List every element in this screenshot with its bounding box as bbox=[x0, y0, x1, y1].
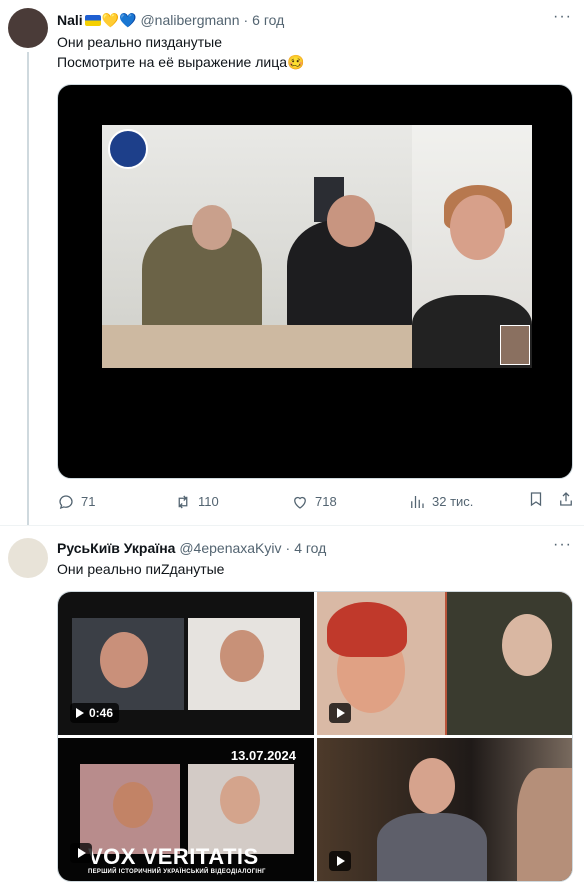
video-thumbnail-3[interactable]: 13.07.2024 VOX VERITATIS ПЕРШИЙ ІСТОРИЧН… bbox=[58, 738, 314, 881]
tweet-header: Nali 💛💙 @nalibergmann · 6 год bbox=[57, 11, 284, 29]
video-duration: 0:46 bbox=[89, 706, 114, 720]
separator: · bbox=[243, 12, 249, 28]
play-icon bbox=[329, 851, 351, 871]
timestamp[interactable]: 4 год bbox=[294, 539, 326, 557]
tweet-text-line: Они реально пизданутые bbox=[57, 34, 223, 50]
video-duration-badge: 0:46 bbox=[70, 703, 120, 723]
share-button[interactable] bbox=[557, 490, 575, 508]
tweet-actions: 71 110 718 32 тис. bbox=[57, 490, 573, 514]
like-count: 718 bbox=[315, 494, 337, 509]
play-icon bbox=[329, 703, 351, 723]
like-button[interactable]: 718 bbox=[291, 490, 337, 514]
author-handle[interactable]: @nalibergmann bbox=[140, 11, 239, 29]
tweet-text: Они реально пиZданутые bbox=[57, 559, 224, 579]
tweet-text: Они реально пизданутые Посмотрите на её … bbox=[57, 32, 304, 72]
video-thumbnail-2[interactable] bbox=[317, 592, 572, 735]
play-icon bbox=[76, 708, 84, 718]
avatar[interactable] bbox=[8, 538, 48, 578]
avatar[interactable] bbox=[8, 8, 48, 48]
views-button[interactable]: 32 тис. bbox=[408, 490, 473, 514]
bookmark-icon bbox=[530, 492, 542, 507]
play-icon bbox=[70, 843, 92, 863]
video-subtitle: ПЕРШИЙ ІСТОРИЧНИЙ УКРАЇНСЬКИЙ ВІДЕОДІАЛО… bbox=[88, 869, 266, 875]
author-name[interactable]: Nali bbox=[57, 11, 83, 29]
thread-line bbox=[27, 52, 29, 525]
author-handle[interactable]: @4epenaxaKyiv bbox=[179, 539, 281, 557]
bookmark-button[interactable] bbox=[527, 490, 545, 508]
video-title: VOX VERITATIS bbox=[88, 844, 259, 869]
tweet-text-line: Посмотрите на её выражение лица🥴 bbox=[57, 54, 305, 70]
retweet-button[interactable]: 110 bbox=[174, 490, 219, 514]
like-icon bbox=[294, 496, 306, 509]
share-icon bbox=[560, 492, 572, 506]
table bbox=[102, 325, 412, 368]
views-icon bbox=[411, 496, 424, 508]
reply-icon bbox=[59, 495, 73, 509]
channel-logo-icon bbox=[108, 129, 148, 169]
view-count: 32 тис. bbox=[432, 494, 474, 509]
media-grid: 0:46 13.07.2024 VOX VERITATIS ПЕРШИЙ ІСТ… bbox=[57, 591, 573, 882]
more-icon[interactable]: ··· bbox=[553, 8, 572, 26]
video-thumbnail-4[interactable] bbox=[317, 738, 572, 881]
video-call-thumbnail bbox=[500, 325, 530, 365]
tweet-2[interactable]: РусьКиїв Україна @4epenaxaKyiv · 4 год ·… bbox=[0, 532, 584, 892]
heart-emoji-icon: 💛💙 bbox=[101, 12, 137, 28]
reply-count: 71 bbox=[81, 494, 96, 509]
timestamp[interactable]: 6 год bbox=[252, 11, 284, 29]
tweet-1[interactable]: Nali 💛💙 @nalibergmann · 6 год ··· Они ре… bbox=[0, 0, 584, 525]
separator: · bbox=[285, 540, 291, 556]
retweet-icon bbox=[178, 495, 188, 509]
video-player[interactable] bbox=[57, 84, 573, 479]
author-name[interactable]: РусьКиїв Україна bbox=[57, 539, 175, 557]
retweet-count: 110 bbox=[198, 494, 219, 509]
video-frame bbox=[102, 125, 532, 368]
tweet-text-line: Они реально пиZданутые bbox=[57, 561, 225, 577]
tweet-divider bbox=[0, 525, 584, 526]
video-thumbnail-1[interactable]: 0:46 bbox=[58, 592, 314, 735]
tweet-header: РусьКиїв Україна @4epenaxaKyiv · 4 год bbox=[57, 539, 326, 557]
more-icon[interactable]: ··· bbox=[553, 536, 572, 554]
reply-button[interactable]: 71 bbox=[57, 490, 95, 514]
video-date: 13.07.2024 bbox=[230, 748, 296, 763]
ukraine-flag-icon bbox=[84, 14, 101, 26]
